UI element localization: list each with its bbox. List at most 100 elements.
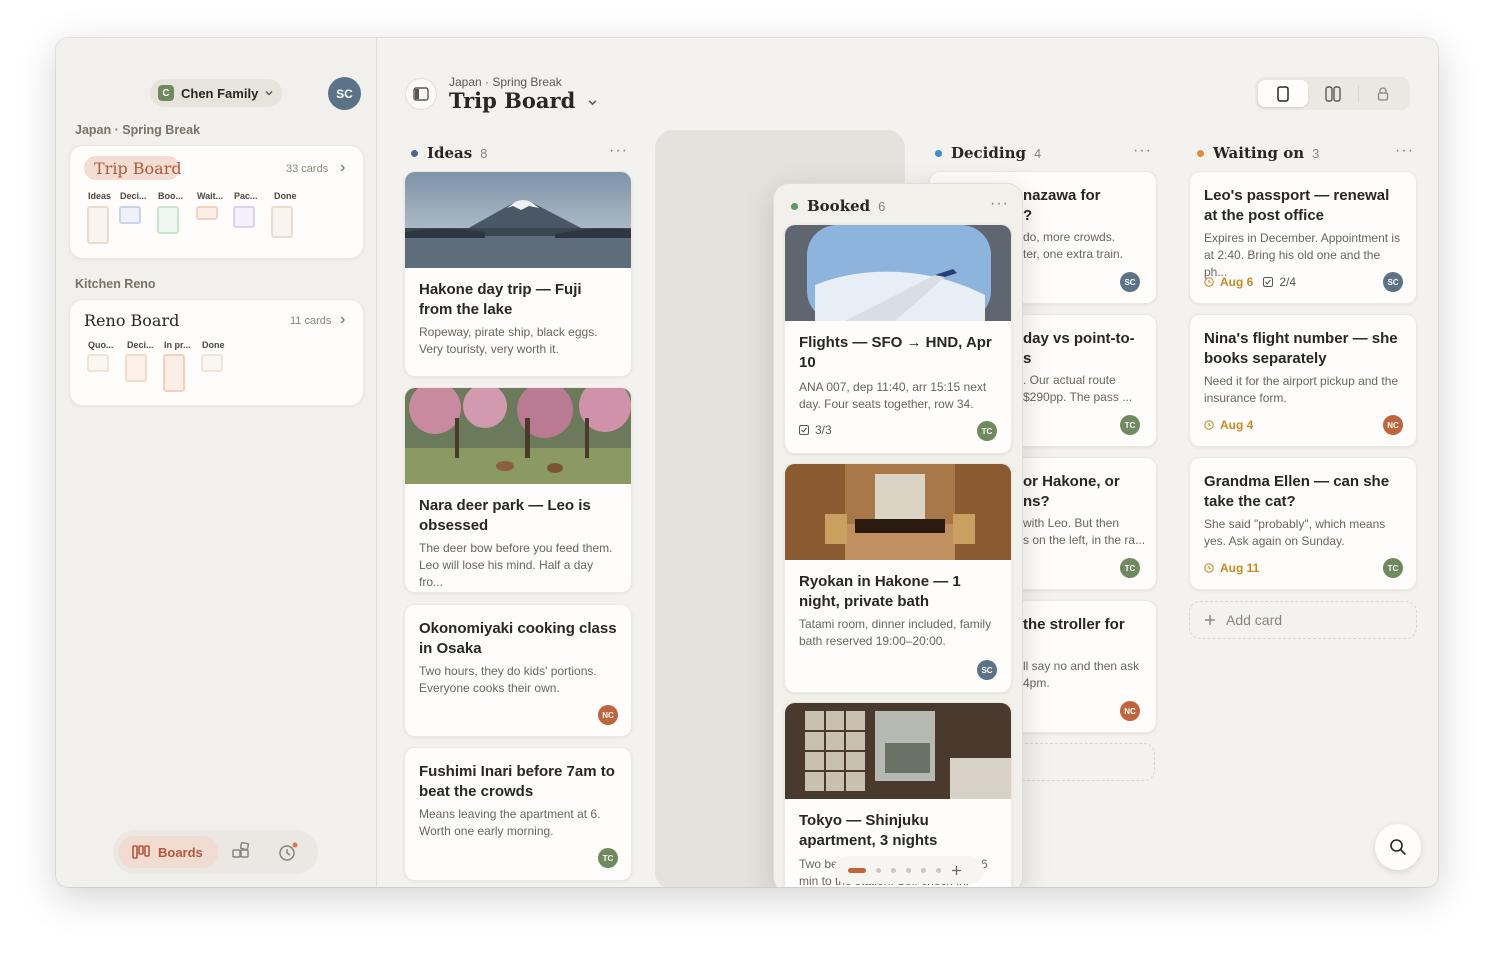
add-card-placeholder[interactable] — [1009, 743, 1155, 781]
chevron-down-icon — [265, 91, 273, 96]
card-title: Tokyo — Shinjuku apartment, 3 nights — [799, 812, 938, 849]
card-description: Means leaving the apartment at 6. Worth … — [419, 807, 601, 838]
card-fushimi-inari[interactable]: Fushimi Inari before 7am to beat the cro… — [404, 747, 632, 881]
avatar: TC — [1120, 415, 1140, 435]
family-switcher[interactable]: C Chen Family — [150, 79, 282, 107]
sidebar: C Chen Family SC Japan · Spring Break Tr… — [56, 38, 377, 887]
mini-column-deciding — [125, 354, 147, 382]
card-nina-flight[interactable]: Nina's flight number — she books separat… — [1189, 314, 1417, 447]
card-description: Tatami room, dinner included, family bat… — [799, 617, 992, 648]
user-avatar[interactable]: SC — [328, 77, 361, 110]
more-icon[interactable]: ··· — [609, 142, 628, 160]
family-initial-badge: C — [158, 85, 174, 101]
card-title: Leo's passport — renewal at the post off… — [1204, 187, 1390, 224]
chevron-right-icon: › — [340, 159, 346, 176]
card-ryokan[interactable]: Ryokan in Hakone — 1 night, private bath… — [784, 463, 1012, 693]
board-card-reno[interactable]: Reno Board 11 cards › Quo... Deci... In … — [69, 299, 364, 406]
page-dot-active[interactable] — [848, 867, 866, 873]
checklist-count: 3/3 — [815, 423, 832, 437]
card-meta: Aug 4 — [1204, 418, 1253, 432]
card-description: ter, one extra train. — [1023, 247, 1124, 261]
card-nara-deer[interactable]: Nara deer park — Leo is obsessed The dee… — [404, 387, 632, 593]
card-description: ANA 007, dep 11:40, arr 15:15 next day. … — [799, 380, 987, 411]
page-dot[interactable] — [876, 867, 881, 873]
page-dot[interactable] — [936, 867, 941, 873]
card-flights[interactable]: Flights — SFO → HND, Apr 10 ANA 007, dep… — [784, 224, 1012, 454]
avatar: NC — [598, 705, 618, 725]
card-description: Expires in December. Appointment is at 2… — [1204, 231, 1401, 279]
column-count: 6 — [878, 198, 886, 214]
card-title: the stroller for — [1023, 616, 1125, 633]
page-dot[interactable] — [906, 867, 911, 873]
board-title: Reno Board — [84, 311, 180, 330]
column-dot — [935, 149, 942, 157]
card-title: Grandma Ellen — can she take the cat? — [1204, 473, 1390, 510]
card-meta: Aug 6 2/4 — [1204, 275, 1296, 289]
card-grandma-cat[interactable]: Grandma Ellen — can she take the cat? Sh… — [1189, 457, 1417, 590]
search-button[interactable] — [1375, 824, 1421, 870]
mini-col-label: Deci... — [127, 340, 154, 350]
column-header-waiting: Waiting on 3 — [1197, 144, 1319, 162]
plus-icon — [1205, 615, 1215, 625]
card-description: The deer bow before you feed them. Leo w… — [419, 541, 613, 589]
section-label-japan: Japan · Spring Break — [75, 123, 201, 137]
mini-col-label: Done — [274, 191, 297, 201]
split-view-button[interactable] — [1308, 80, 1358, 107]
plus-icon[interactable] — [951, 865, 962, 876]
section-label-kitchen: Kitchen Reno — [75, 277, 156, 291]
mini-col-label: In pr... — [164, 340, 191, 350]
card-hakone-day-trip[interactable]: Hakone day trip — Fuji from the lake Rop… — [404, 171, 632, 377]
card-description: Ropeway, pirate ship, black eggs. Very t… — [419, 325, 598, 356]
checklist-count: 2/4 — [1279, 275, 1297, 289]
add-card-button[interactable]: Add card — [1189, 601, 1417, 639]
card-description: . Our actual route — [1023, 373, 1116, 387]
boards-tab[interactable]: Boards — [118, 836, 218, 868]
column-booked-dragging[interactable]: Booked 6 ··· Flights — SFO → HND, Apr 10… — [773, 183, 1023, 887]
avatar: TC — [1120, 558, 1140, 578]
sidebar-toggle-button[interactable] — [405, 78, 437, 110]
chevron-right-icon: › — [340, 311, 346, 328]
card-description: $290pp. The pass ... — [1023, 390, 1133, 404]
more-icon[interactable]: ··· — [1395, 142, 1414, 160]
card-leo-passport[interactable]: Leo's passport — renewal at the post off… — [1189, 171, 1417, 304]
card-title: or Hakone, or — [1023, 473, 1120, 490]
column-header-booked: Booked 6 — [791, 197, 885, 215]
page-title[interactable]: Trip Board — [449, 88, 598, 113]
card-description: Two be — [799, 857, 838, 871]
column-count: 8 — [480, 145, 488, 161]
mini-col-label: Pac... — [234, 191, 258, 201]
mini-col-label: Deci... — [120, 191, 147, 201]
app-window: C Chen Family SC Japan · Spring Break Tr… — [56, 38, 1438, 887]
card-title: Okonomiyaki cooking class in Osaka — [419, 620, 617, 657]
column-count: 4 — [1033, 145, 1042, 161]
mini-col-label: Wait... — [197, 191, 224, 201]
board-card-count: 11 cards — [290, 315, 332, 327]
board-title: Trip Board — [94, 159, 182, 178]
card-description: She said "probably", which means yes. As… — [1204, 517, 1386, 548]
card-title: ns? — [1023, 493, 1050, 510]
column-header-ideas: Ideas 8 — [411, 144, 487, 162]
board-card-trip[interactable]: Trip Board 33 cards › Ideas Deci... Boo.… — [69, 145, 364, 259]
column-title: Booked — [807, 197, 871, 215]
page-dot[interactable] — [891, 867, 896, 873]
more-icon[interactable]: ··· — [990, 195, 1009, 213]
avatar: SC — [977, 660, 997, 680]
card-title: s — [1023, 350, 1032, 367]
card-description: s on the left, in the ra... — [1023, 533, 1146, 547]
history-icon[interactable] — [277, 841, 299, 863]
clock-icon — [1204, 563, 1214, 573]
boards-tab-label: Boards — [158, 844, 203, 860]
widgets-icon[interactable] — [231, 842, 251, 862]
page-dot[interactable] — [921, 867, 926, 873]
card-okonomiyaki[interactable]: Okonomiyaki cooking class in Osaka Two h… — [404, 604, 632, 737]
chevron-down-icon — [588, 100, 596, 106]
single-view-button[interactable] — [1258, 80, 1308, 107]
lock-button[interactable] — [1358, 80, 1408, 107]
due-date: Aug 4 — [1220, 418, 1254, 432]
more-icon[interactable]: ··· — [1133, 142, 1152, 160]
card-image-airplane-window — [785, 225, 1011, 321]
card-description: Two hours, they do kids' portions. Every… — [419, 664, 597, 695]
due-date: Aug 11 — [1220, 561, 1260, 575]
board-card-count: 33 cards — [286, 163, 329, 175]
mini-column-deciding — [119, 206, 141, 224]
